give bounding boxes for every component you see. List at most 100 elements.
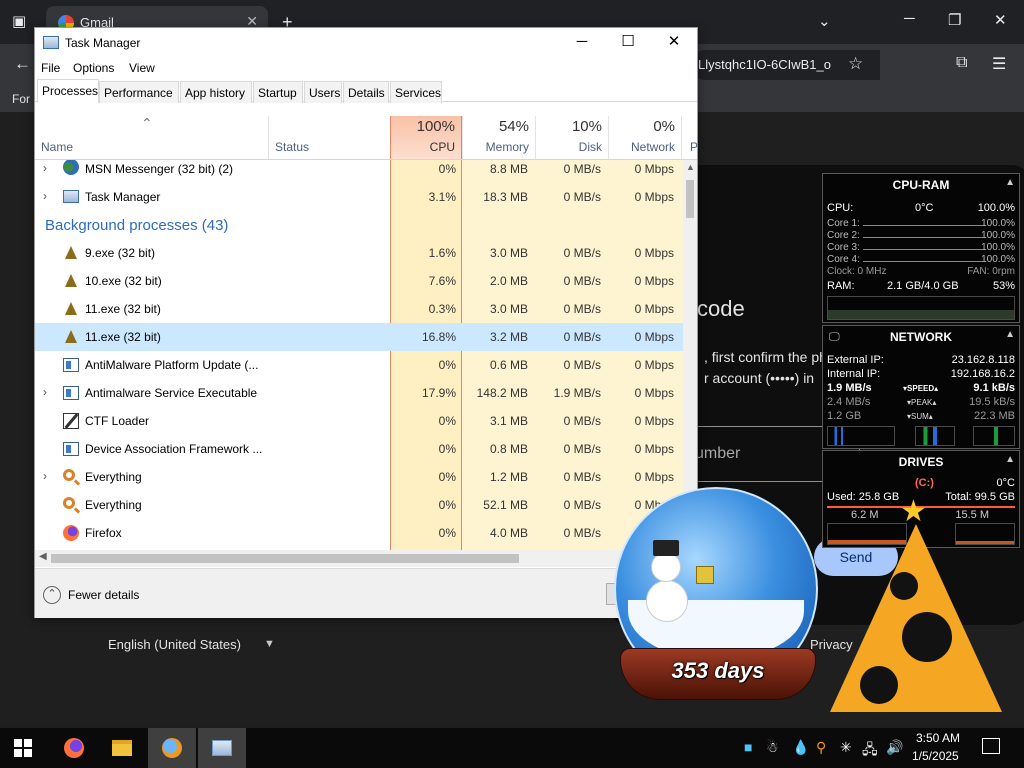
taskbar-file-explorer[interactable] bbox=[98, 728, 146, 768]
extensions-icon[interactable]: ⧉ bbox=[956, 54, 967, 72]
close-button[interactable]: ✕ bbox=[651, 28, 697, 58]
tray-volume-icon[interactable]: 🔊 bbox=[886, 739, 903, 756]
column-cpu[interactable]: 100% CPU bbox=[390, 116, 462, 159]
menu-file[interactable]: File bbox=[41, 61, 60, 75]
process-name: 10.exe (32 bit) bbox=[85, 274, 162, 288]
maximize-button[interactable]: ☐ bbox=[605, 28, 651, 58]
process-row[interactable]: CTF Loader 0% 3.1 MB 0 MB/s 0 Mbps bbox=[35, 407, 683, 435]
tab-performance[interactable]: Performance bbox=[99, 81, 179, 103]
clock-time[interactable]: 3:50 AM bbox=[916, 731, 960, 745]
scroll-up-icon[interactable]: ▲ bbox=[686, 162, 695, 172]
scroll-thumb[interactable] bbox=[686, 180, 694, 218]
task-manager-icon bbox=[63, 190, 79, 203]
chevron-up-circle-icon[interactable]: ⌃ bbox=[43, 586, 61, 604]
bookmark-item[interactable]: For bbox=[12, 92, 30, 106]
tray-snowflake-icon[interactable]: ✳ bbox=[840, 739, 852, 756]
taskbar-gadgets[interactable] bbox=[148, 728, 196, 768]
browser-menu-icon[interactable]: ☰ bbox=[992, 54, 1006, 74]
expand-chevron-icon[interactable]: › bbox=[43, 189, 47, 203]
tab-startup[interactable]: Startup bbox=[253, 81, 303, 103]
bookmark-star-icon[interactable]: ☆ bbox=[848, 54, 863, 74]
clock-date[interactable]: 1/5/2025 bbox=[912, 749, 959, 763]
minimize-button[interactable]: ─ bbox=[559, 28, 605, 58]
process-row[interactable]: Device Association Framework ... 0% 0.8 MB… bbox=[35, 435, 683, 463]
restore-icon[interactable]: ❐ bbox=[948, 11, 961, 29]
process-row[interactable]: 11.exe (32 bit) 0.3% 3.0 MB 0 MB/s 0 Mbps bbox=[35, 295, 683, 323]
network-gadget[interactable]: 🖵 NETWORK ▲ External IP: 23.162.8.118 In… bbox=[822, 325, 1020, 449]
title-bar[interactable]: Task Manager ─ ☐ ✕ bbox=[35, 28, 697, 58]
taskbar-task-manager[interactable] bbox=[198, 728, 246, 768]
cpu-ram-gadget[interactable]: CPU-RAM ▲ CPU: 0°C 100.0% Core 1: 100.0%… bbox=[822, 173, 1020, 323]
process-row[interactable]: Firefox0%4.0 MB0 MB/s0 Mbps bbox=[35, 519, 683, 547]
expand-chevron-icon[interactable]: › bbox=[43, 161, 47, 175]
tray-gadget-icon[interactable]: ☃ bbox=[766, 739, 779, 756]
column-status[interactable]: Status bbox=[268, 116, 390, 159]
close-window-icon[interactable]: ✕ bbox=[994, 11, 1007, 29]
download-peak: 2.4 MB/s bbox=[827, 396, 871, 408]
language-selector[interactable]: English (United States) bbox=[108, 637, 241, 652]
scroll-left-icon[interactable]: ◀ bbox=[39, 551, 47, 562]
memory-total: 54% bbox=[498, 118, 529, 135]
process-row[interactable]: 9.exe (32 bit) 1.6% 3.0 MB 0 MB/s 0 Mbps bbox=[35, 239, 683, 267]
scroll-thumb-horizontal[interactable] bbox=[51, 554, 519, 563]
column-disk[interactable]: 10% Disk bbox=[535, 116, 608, 159]
collapse-icon[interactable]: ▲ bbox=[1005, 454, 1015, 465]
column-power[interactable]: P bbox=[681, 116, 698, 159]
column-network[interactable]: 0% Network bbox=[608, 116, 681, 159]
network-value: 0 Mbps bbox=[634, 274, 674, 288]
tab-details[interactable]: Details bbox=[343, 81, 389, 103]
memory-value: 3.2 MB bbox=[489, 330, 528, 344]
process-row[interactable]: › Task Manager 3.1% 18.3 MB 0 MB/s 0 Mbps bbox=[35, 183, 683, 211]
notification-center-icon[interactable] bbox=[982, 738, 1000, 754]
process-row[interactable]: 11.exe (32 bit) 16.8% 3.2 MB 0 MB/s 0 Mbps bbox=[35, 323, 683, 351]
drive-letter: (C:) bbox=[915, 477, 934, 489]
menu-view[interactable]: View bbox=[129, 61, 155, 75]
tray-search-icon[interactable]: ⚲ bbox=[816, 739, 826, 756]
process-name: Everything bbox=[85, 498, 142, 512]
tab-processes[interactable]: Processes bbox=[37, 79, 99, 103]
core-label: Core 3: bbox=[827, 242, 860, 253]
menu-options[interactable]: Options bbox=[73, 61, 114, 75]
process-row[interactable]: AntiMalware Platform Update (... 0% 0.6 MB… bbox=[35, 351, 683, 379]
collapse-icon[interactable]: ▲ bbox=[1005, 177, 1015, 188]
horizontal-scrollbar[interactable]: ◀ ▶ bbox=[35, 550, 683, 567]
tab-users[interactable]: Users bbox=[304, 81, 342, 103]
tray-network-icon[interactable]: 🖧 bbox=[862, 739, 878, 763]
tab-app-history[interactable]: App history bbox=[180, 81, 252, 103]
cpu-value: 1.6% bbox=[428, 246, 456, 260]
combined-graph bbox=[915, 426, 955, 446]
cpu-value: 17.9% bbox=[421, 386, 456, 400]
memory-value: 2.0 MB bbox=[489, 274, 528, 288]
process-row[interactable]: › Everything 0% 1.2 MB 0 MB/s 0 Mbps bbox=[35, 463, 683, 491]
network-value: 0 Mbps bbox=[634, 358, 674, 372]
group-header[interactable]: Background processes (43) bbox=[35, 211, 683, 239]
memory-value: 4.0 MB bbox=[489, 526, 528, 540]
tray-app-icon[interactable]: ■ bbox=[744, 739, 752, 755]
column-name[interactable]: ⌃ Name bbox=[35, 115, 268, 159]
disk-value: 0 MB/s bbox=[563, 162, 601, 176]
process-name: Task Manager bbox=[85, 190, 161, 204]
process-row[interactable]: Everything 0% 52.1 MB 0 MB/s 0 Mbps bbox=[35, 491, 683, 519]
expand-chevron-icon[interactable]: › bbox=[43, 469, 47, 483]
tray-drop-icon[interactable]: 💧 bbox=[792, 739, 809, 756]
gadget-title: CPU-RAM bbox=[892, 178, 950, 192]
taskbar-firefox[interactable] bbox=[50, 728, 98, 768]
disk-value: 0 MB/s bbox=[563, 414, 601, 428]
pen-icon bbox=[63, 413, 79, 429]
fewer-details-link[interactable]: Fewer details bbox=[68, 588, 139, 602]
back-icon[interactable]: ← bbox=[14, 54, 31, 74]
column-memory[interactable]: 54% Memory bbox=[462, 116, 535, 159]
minimize-icon[interactable]: ─ bbox=[904, 10, 915, 27]
process-row[interactable]: › Antimalware Service Executable 17.9% 148.… bbox=[35, 379, 683, 407]
core-value: 100.0% bbox=[981, 230, 1015, 241]
process-name: Firefox bbox=[85, 526, 122, 540]
process-row[interactable]: › MSN Messenger (32 bit) (2) 0% 8.8 MB 0 MB/… bbox=[35, 160, 683, 183]
tab-services[interactable]: Services bbox=[390, 81, 442, 103]
windows-start-icon[interactable] bbox=[14, 739, 32, 757]
process-row[interactable]: 10.exe (32 bit) 7.6% 2.0 MB 0 MB/s 0 Mbps bbox=[35, 267, 683, 295]
collapse-icon[interactable]: ▲ bbox=[1005, 329, 1015, 340]
tab-search-icon[interactable]: ▣ bbox=[12, 12, 26, 30]
caret-down-icon[interactable]: ▼ bbox=[264, 638, 275, 650]
expand-chevron-icon[interactable]: › bbox=[43, 385, 47, 399]
tab-list-chevron-icon[interactable]: ⌄ bbox=[818, 12, 831, 30]
